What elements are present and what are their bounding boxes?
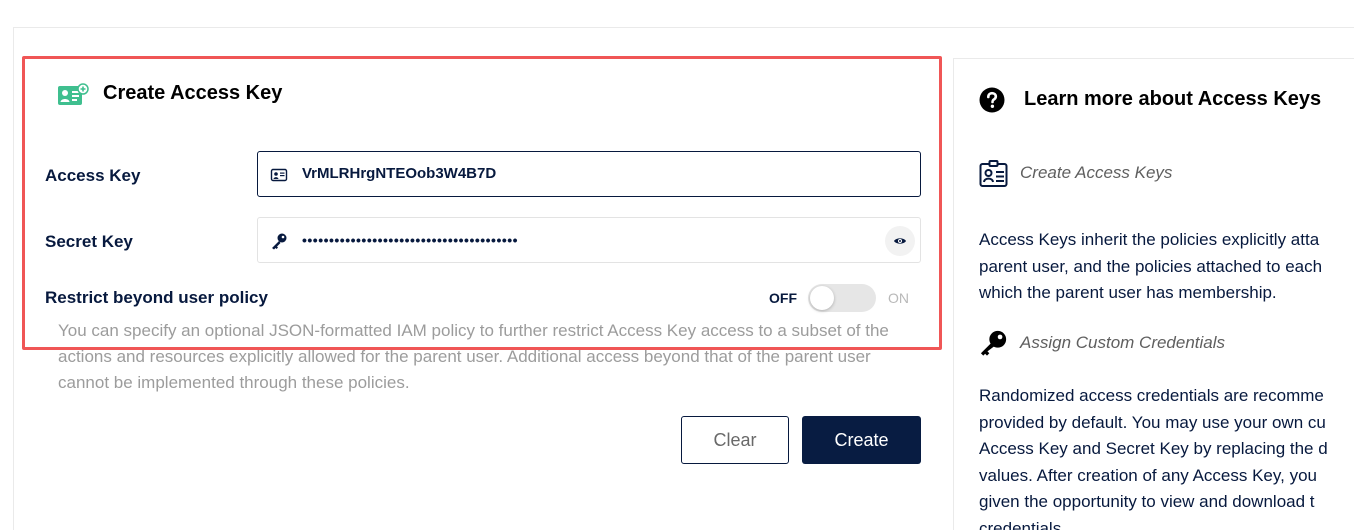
key-icon: [272, 233, 287, 250]
help-title: Learn more about Access Keys: [1024, 88, 1322, 110]
secret-key-value: ••••••••••••••••••••••••••••••••••••••••: [302, 232, 519, 248]
secret-key-input[interactable]: ••••••••••••••••••••••••••••••••••••••••: [257, 217, 921, 263]
access-key-id-card-icon: [58, 83, 89, 105]
id-card-icon: [979, 160, 1008, 187]
id-card-icon: [270, 168, 288, 182]
toggle-off-label: OFF: [769, 290, 797, 306]
key-icon: [980, 330, 1007, 356]
text-line: parent user, and the policies attached t…: [979, 256, 1323, 276]
create-button[interactable]: Create: [802, 416, 921, 464]
restrict-policy-label: Restrict beyond user policy: [45, 288, 268, 307]
access-key-label: Access Key: [45, 166, 141, 185]
text-line: provided by default. You may use your ow…: [979, 412, 1326, 432]
text-line: Access Key and Secret Key by replacing t…: [979, 439, 1328, 458]
help-section-text-custom: Randomized access credentials are recomm…: [979, 383, 1354, 530]
divider-top: [13, 27, 1354, 28]
access-key-input[interactable]: VrMLRHrgNTEOob3W4B7D: [257, 151, 921, 197]
help-section-text-create: Access Keys inherit the policies explici…: [979, 227, 1354, 307]
secret-key-label: Secret Key: [45, 232, 133, 251]
access-key-value: VrMLRHrgNTEOob3W4B7D: [302, 165, 497, 182]
toggle-knob: [810, 286, 834, 310]
help-section-title-custom: Assign Custom Credentials: [1020, 333, 1226, 352]
page: Create Access Key Access Key VrMLRHrgNTE…: [0, 0, 1354, 530]
text-line: Access Keys inherit the policies explici…: [979, 230, 1320, 249]
form-title: Create Access Key: [103, 82, 283, 104]
clear-button[interactable]: Clear: [681, 416, 789, 464]
text-line: credentials.: [979, 518, 1066, 530]
question-circle-icon: [979, 87, 1005, 113]
restrict-policy-toggle[interactable]: [808, 284, 876, 312]
text-line: Randomized access credentials are recomm…: [979, 386, 1324, 405]
toggle-on-label: ON: [888, 290, 909, 306]
show-secret-button[interactable]: [885, 226, 915, 256]
restrict-policy-description: You can specify an optional JSON-formatt…: [58, 321, 889, 392]
text-line: given the opportunity to view and downlo…: [979, 492, 1315, 511]
divider-left: [13, 27, 14, 530]
eye-icon: [894, 238, 906, 244]
text-line: values. After creation of any Access Key…: [979, 465, 1317, 485]
help-section-title-create: Create Access Keys: [1020, 163, 1173, 182]
text-line: which the parent user has membership.: [979, 283, 1277, 302]
